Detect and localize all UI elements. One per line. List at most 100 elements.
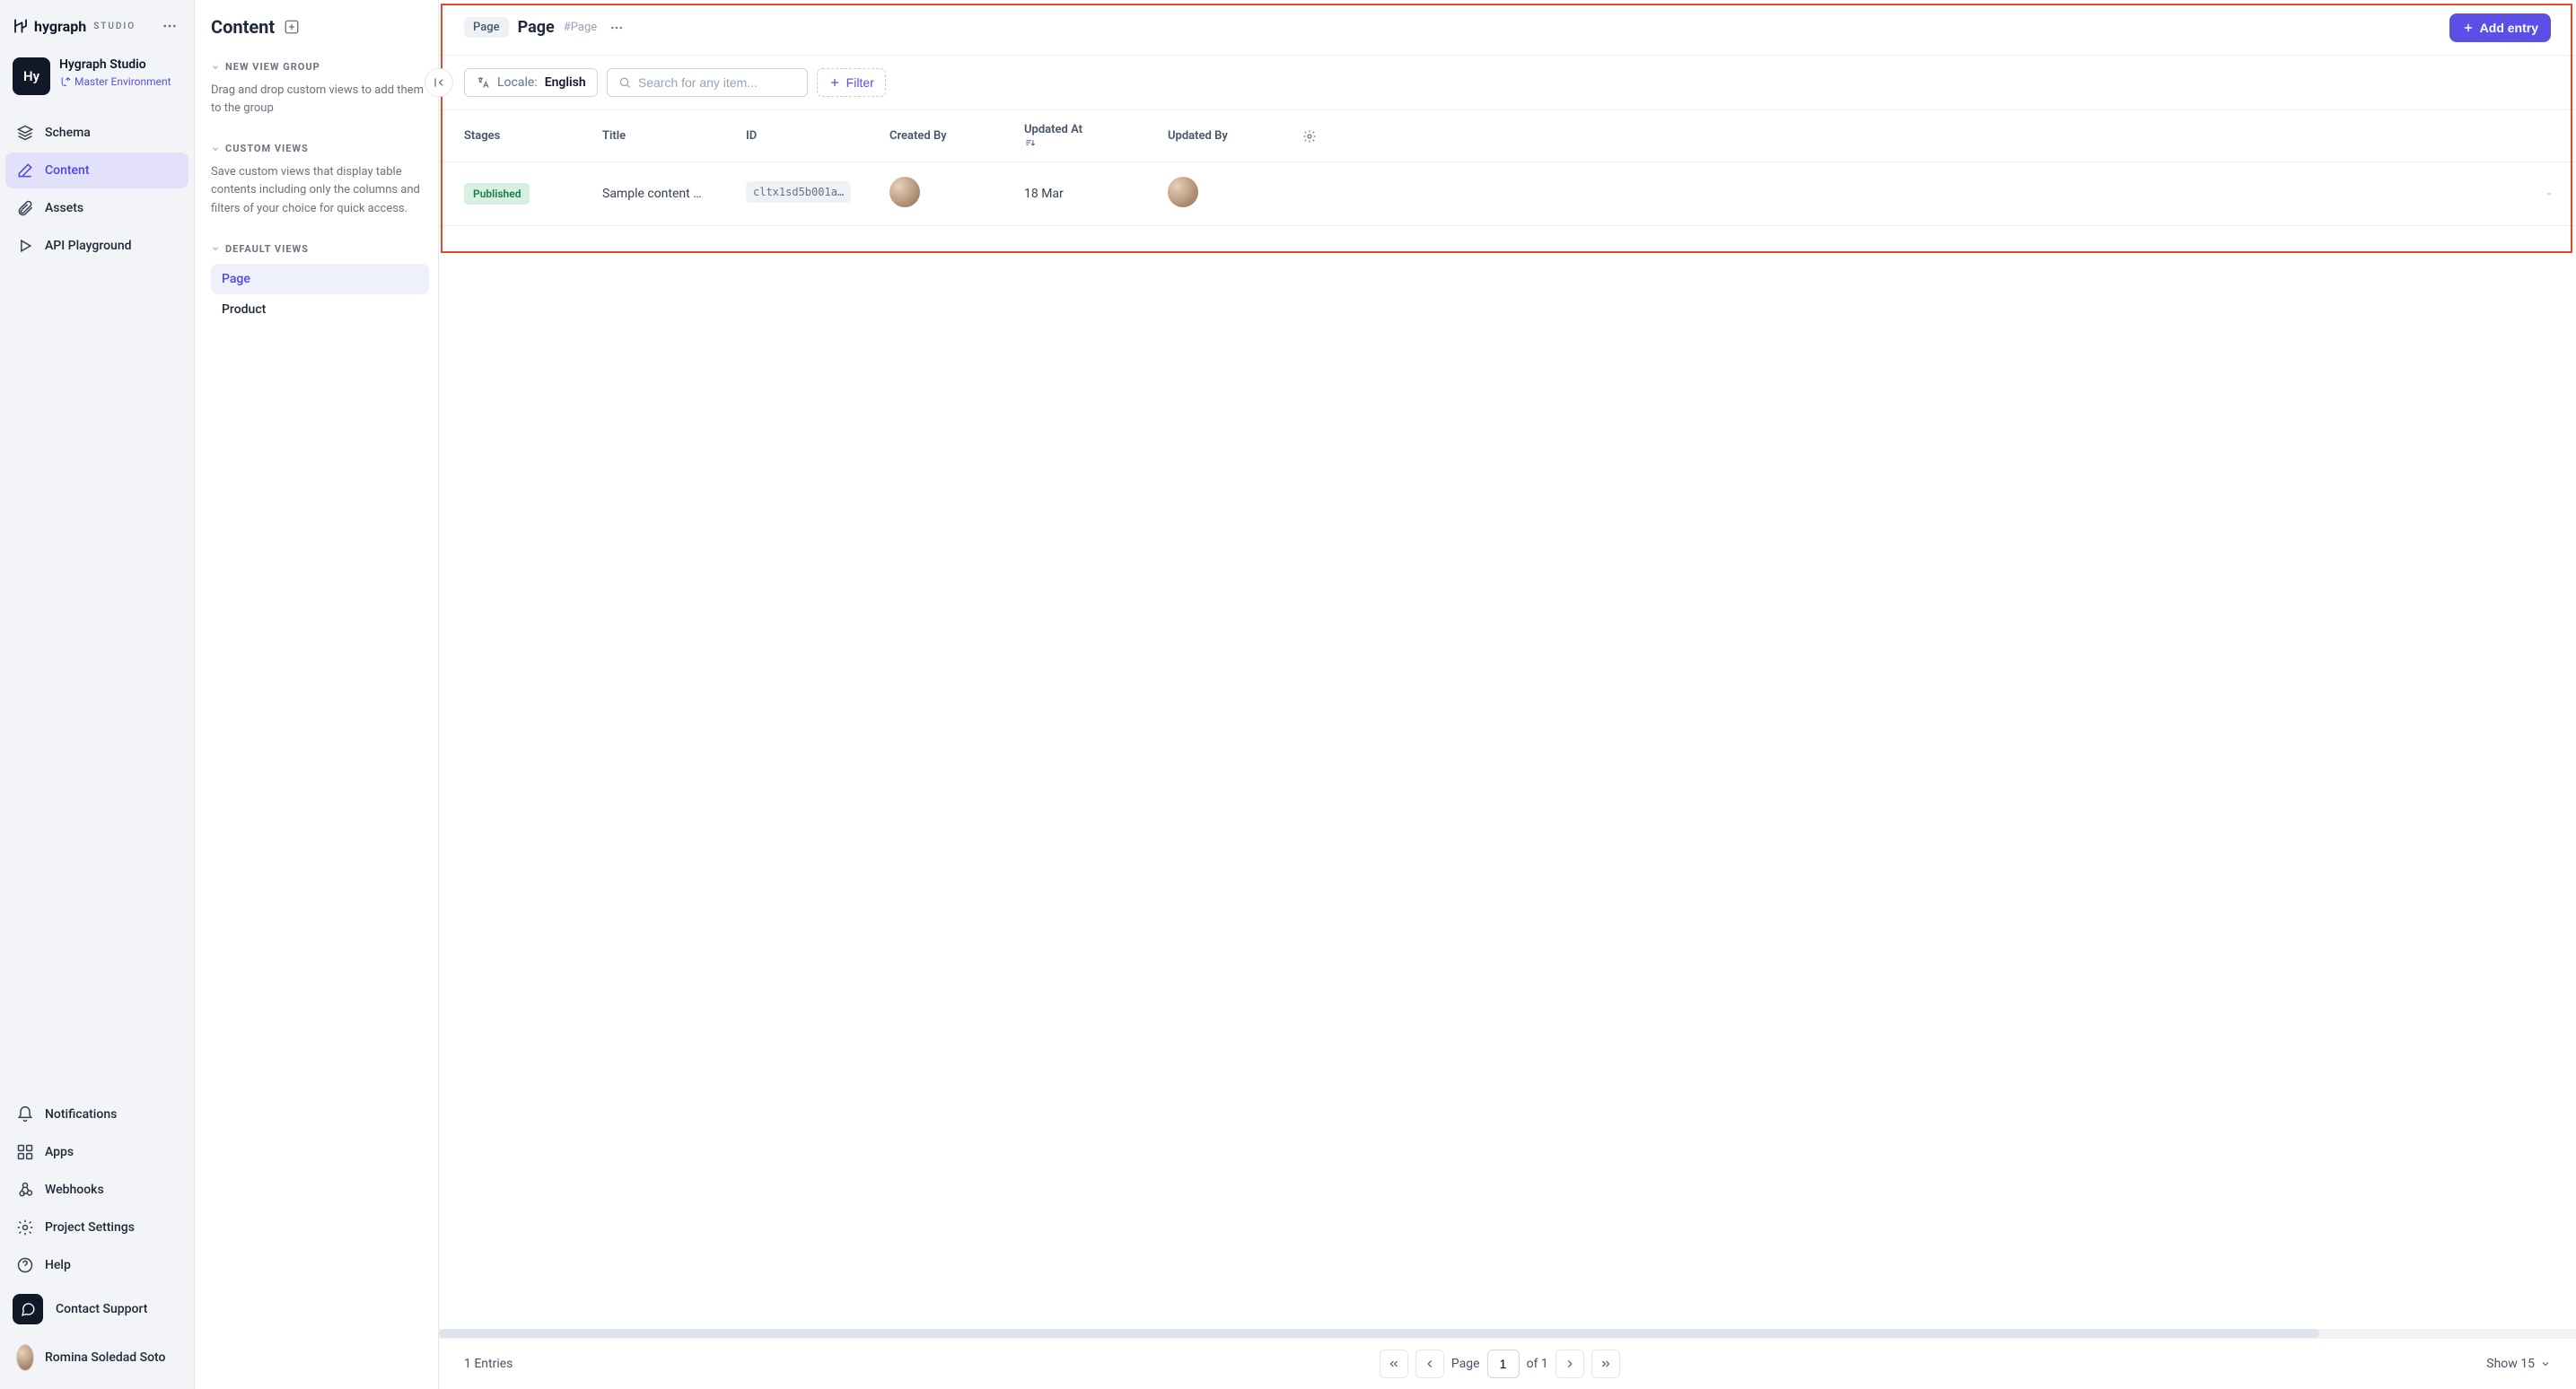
content-header: Page Page #Page Add entry xyxy=(439,0,2576,56)
project-name: Hygraph Studio xyxy=(59,57,171,72)
chevron-down-icon xyxy=(211,144,220,153)
brand-header: hygraph STUDIO xyxy=(5,9,188,50)
th-updated-at[interactable]: Updated At xyxy=(1013,110,1157,162)
chevron-down-icon xyxy=(211,244,220,253)
chevron-right-icon xyxy=(1564,1358,1576,1370)
nav-apps[interactable]: Apps xyxy=(5,1134,188,1170)
sidebar: hygraph STUDIO Hy Hygraph Studio Master … xyxy=(0,0,195,1389)
nav-user[interactable]: Romina Soledad Soto xyxy=(5,1335,188,1380)
filter-button[interactable]: Filter xyxy=(817,68,886,97)
th-created-by[interactable]: Created By xyxy=(879,110,1013,162)
nav-webhooks[interactable]: Webhooks xyxy=(5,1172,188,1208)
views-panel: Content NEW VIEW GROUP Drag and drop cus… xyxy=(195,0,439,1389)
nav-api-playground[interactable]: API Playground xyxy=(5,228,188,264)
cell-title: Sample content … xyxy=(591,162,735,226)
chevrons-left-icon xyxy=(1388,1358,1400,1370)
locale-label: Locale: xyxy=(497,75,538,90)
view-group-default: DEFAULT VIEWS Page Product xyxy=(211,243,429,325)
view-group-custom-header[interactable]: CUSTOM VIEWS xyxy=(211,143,429,154)
th-title[interactable]: Title xyxy=(591,110,735,162)
collapse-left-icon xyxy=(432,75,446,90)
nav-content[interactable]: Content xyxy=(5,153,188,188)
pager-next[interactable] xyxy=(1555,1350,1584,1378)
pager-last[interactable] xyxy=(1591,1350,1620,1378)
brand-name: hygraph xyxy=(34,18,86,35)
chevrons-right-icon xyxy=(1599,1358,1612,1370)
paperclip-icon xyxy=(16,199,34,217)
view-group-new-header[interactable]: NEW VIEW GROUP xyxy=(211,61,429,73)
webhook-icon xyxy=(16,1181,34,1199)
table-settings-icon[interactable] xyxy=(1302,129,2560,144)
plus-icon xyxy=(828,76,841,89)
nav-project-settings[interactable]: Project Settings xyxy=(5,1210,188,1245)
th-settings[interactable] xyxy=(1292,110,2576,162)
hscroll-thumb[interactable] xyxy=(439,1329,2319,1338)
page-size-select[interactable]: Show 15 xyxy=(2486,1357,2551,1371)
page-of: of 1 xyxy=(1527,1357,1548,1371)
view-group-default-header[interactable]: DEFAULT VIEWS xyxy=(211,243,429,255)
project-avatar: Hy xyxy=(13,57,50,95)
gear-icon xyxy=(16,1219,34,1236)
sort-icon xyxy=(1024,136,1146,149)
search-input-wrap[interactable] xyxy=(607,68,808,97)
locale-value: English xyxy=(545,75,586,90)
project-card[interactable]: Hy Hygraph Studio Master Environment xyxy=(5,50,188,102)
nav-notifications[interactable]: Notifications xyxy=(5,1096,188,1132)
brand-more-icon[interactable] xyxy=(158,14,181,38)
updated-by-avatar[interactable] xyxy=(1168,177,1198,207)
page-input[interactable] xyxy=(1487,1350,1520,1378)
th-updated-by[interactable]: Updated By xyxy=(1157,110,1292,162)
pager: Page of 1 xyxy=(1380,1350,1620,1378)
created-by-avatar[interactable] xyxy=(889,177,920,207)
hygraph-logo-icon xyxy=(13,18,29,34)
search-icon xyxy=(618,75,631,90)
locale-selector[interactable]: Locale: English xyxy=(464,68,598,97)
table-row[interactable]: Published Sample content … cltx1sd5b001a… xyxy=(439,162,2576,226)
play-icon xyxy=(16,237,34,255)
brand-logo[interactable]: hygraph STUDIO xyxy=(13,18,136,35)
header-more-icon[interactable] xyxy=(606,17,627,39)
pager-first[interactable] xyxy=(1380,1350,1408,1378)
grid-icon xyxy=(16,1143,34,1161)
chevron-down-icon xyxy=(2540,1358,2551,1369)
brand-suffix: STUDIO xyxy=(93,22,136,31)
chat-icon xyxy=(13,1294,43,1324)
th-stages[interactable]: Stages xyxy=(439,110,591,162)
nav-assets[interactable]: Assets xyxy=(5,190,188,226)
content-table: Stages Title ID Created By Updated At Up… xyxy=(439,110,2576,226)
nav-contact-support[interactable]: Contact Support xyxy=(5,1285,188,1333)
views-title: Content xyxy=(211,16,275,38)
toolbar: Locale: English Filter xyxy=(439,56,2576,110)
breadcrumb-chip[interactable]: Page xyxy=(464,17,509,38)
cell-id[interactable]: cltx1sd5b001a… xyxy=(746,181,851,203)
project-env[interactable]: Master Environment xyxy=(59,75,171,88)
nav-help[interactable]: Help xyxy=(5,1247,188,1283)
nav-schema[interactable]: Schema xyxy=(5,115,188,151)
translate-icon xyxy=(476,75,490,90)
view-group-new: NEW VIEW GROUP Drag and drop custom view… xyxy=(211,61,429,118)
view-item-product[interactable]: Product xyxy=(211,294,429,325)
th-id[interactable]: ID xyxy=(735,110,879,162)
entries-count: 1 Entries xyxy=(464,1357,513,1371)
branch-icon xyxy=(59,76,71,88)
view-group-custom-desc: Save custom views that display table con… xyxy=(211,163,429,217)
search-input[interactable] xyxy=(638,75,796,90)
footer: 1 Entries Page of 1 Show 15 xyxy=(439,1338,2576,1389)
main-content: Page Page #Page Add entry Locale: Englis… xyxy=(439,0,2576,1389)
cell-trailing: - xyxy=(1292,162,2576,226)
add-view-icon[interactable] xyxy=(284,19,300,35)
user-avatar xyxy=(16,1344,34,1371)
collapse-panel-button[interactable] xyxy=(425,68,453,97)
view-item-page[interactable]: Page xyxy=(211,264,429,294)
table-header-row: Stages Title ID Created By Updated At Up… xyxy=(439,110,2576,162)
chevron-down-icon xyxy=(211,63,220,72)
page-label: Page xyxy=(1451,1357,1480,1371)
cell-updated-at: 18 Mar xyxy=(1013,162,1157,226)
hscroll-track[interactable] xyxy=(439,1329,2576,1338)
layers-icon xyxy=(16,124,34,142)
nav-primary: Schema Content Assets API Playground xyxy=(5,115,188,264)
add-entry-button[interactable]: Add entry xyxy=(2449,13,2551,42)
table-wrap[interactable]: Stages Title ID Created By Updated At Up… xyxy=(439,110,2576,1329)
help-icon xyxy=(16,1256,34,1274)
pager-prev[interactable] xyxy=(1415,1350,1444,1378)
